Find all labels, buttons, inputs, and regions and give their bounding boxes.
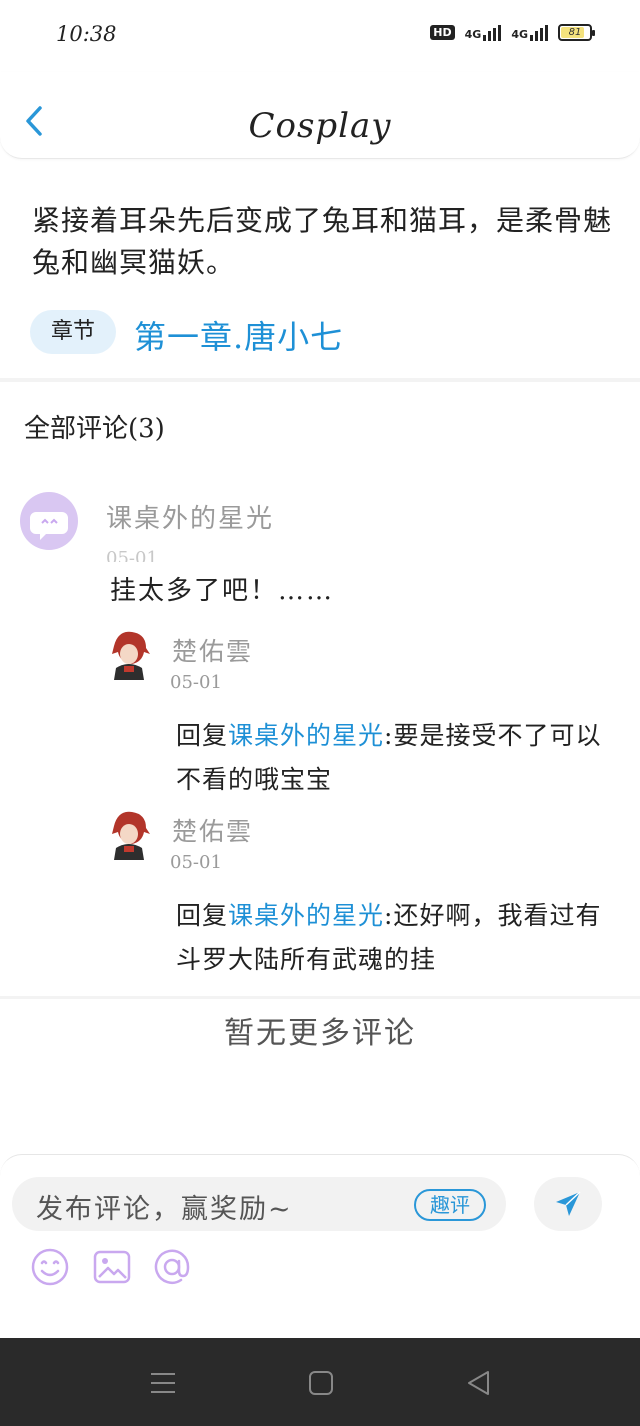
chapter-link[interactable]: 第一章.唐小七	[134, 312, 343, 358]
emoji-icon[interactable]	[30, 1247, 70, 1287]
comment-date: 05-01	[106, 548, 158, 562]
comment-username[interactable]: 课桌外的星光	[106, 498, 274, 535]
system-nav-bar	[0, 1338, 640, 1426]
home-icon[interactable]	[306, 1368, 336, 1398]
hd-icon: HD	[430, 25, 455, 40]
chapter-badge: 章节	[30, 310, 116, 354]
battery-icon: 81	[558, 24, 595, 41]
status-time: 10:38	[56, 22, 117, 46]
reply-date: 05-01	[170, 852, 222, 873]
image-icon[interactable]	[92, 1247, 132, 1287]
status-icons: HD 4G 4G 81	[430, 24, 595, 41]
avatar[interactable]	[106, 628, 152, 680]
signal-icon: 4G	[465, 24, 502, 41]
send-button[interactable]	[534, 1177, 602, 1231]
input-placeholder: 发布评论，赢奖励~	[36, 1194, 293, 1225]
signal-icon-2: 4G	[511, 24, 548, 41]
top-app-bar: Cosplay	[0, 72, 640, 159]
page-title: Cosplay	[248, 106, 392, 146]
comment-content: 挂太多了吧！……	[110, 576, 335, 606]
section-divider	[0, 378, 640, 382]
comment-input[interactable]: 发布评论，赢奖励~ 趣评	[12, 1177, 506, 1231]
menu-icon[interactable]	[148, 1368, 178, 1398]
reply-username[interactable]: 楚佑雲	[172, 812, 253, 848]
send-icon	[556, 1191, 581, 1216]
reply-text: 回复课桌外的星光:要是接受不了可以不看的哦宝宝	[176, 721, 602, 794]
reply-date: 05-01	[170, 672, 222, 693]
avatar[interactable]	[20, 492, 78, 550]
at-icon[interactable]	[152, 1247, 192, 1287]
back-triangle-icon[interactable]	[464, 1368, 494, 1398]
no-more-comments: 暂无更多评论	[224, 1016, 416, 1051]
comments-heading: 全部评论(3)	[24, 414, 165, 444]
mention-link[interactable]: 课桌外的星光	[228, 901, 384, 930]
reply-username[interactable]: 楚佑雲	[172, 632, 253, 668]
quping-button[interactable]: 趣评	[414, 1189, 486, 1221]
status-bar: 10:38 HD 4G 4G 81	[0, 0, 640, 72]
reply-text: 回复课桌外的星光:还好啊，我看过有斗罗大陆所有武魂的挂	[176, 901, 602, 974]
section-divider	[0, 996, 640, 999]
mention-link[interactable]: 课桌外的星光	[228, 721, 384, 750]
comment-composer: 发布评论，赢奖励~ 趣评	[0, 1154, 640, 1339]
excerpt-text: 紧接着耳朵先后变成了兔耳和猫耳，是柔骨魅兔和幽冥猫妖。	[32, 204, 613, 279]
avatar[interactable]	[106, 808, 152, 860]
